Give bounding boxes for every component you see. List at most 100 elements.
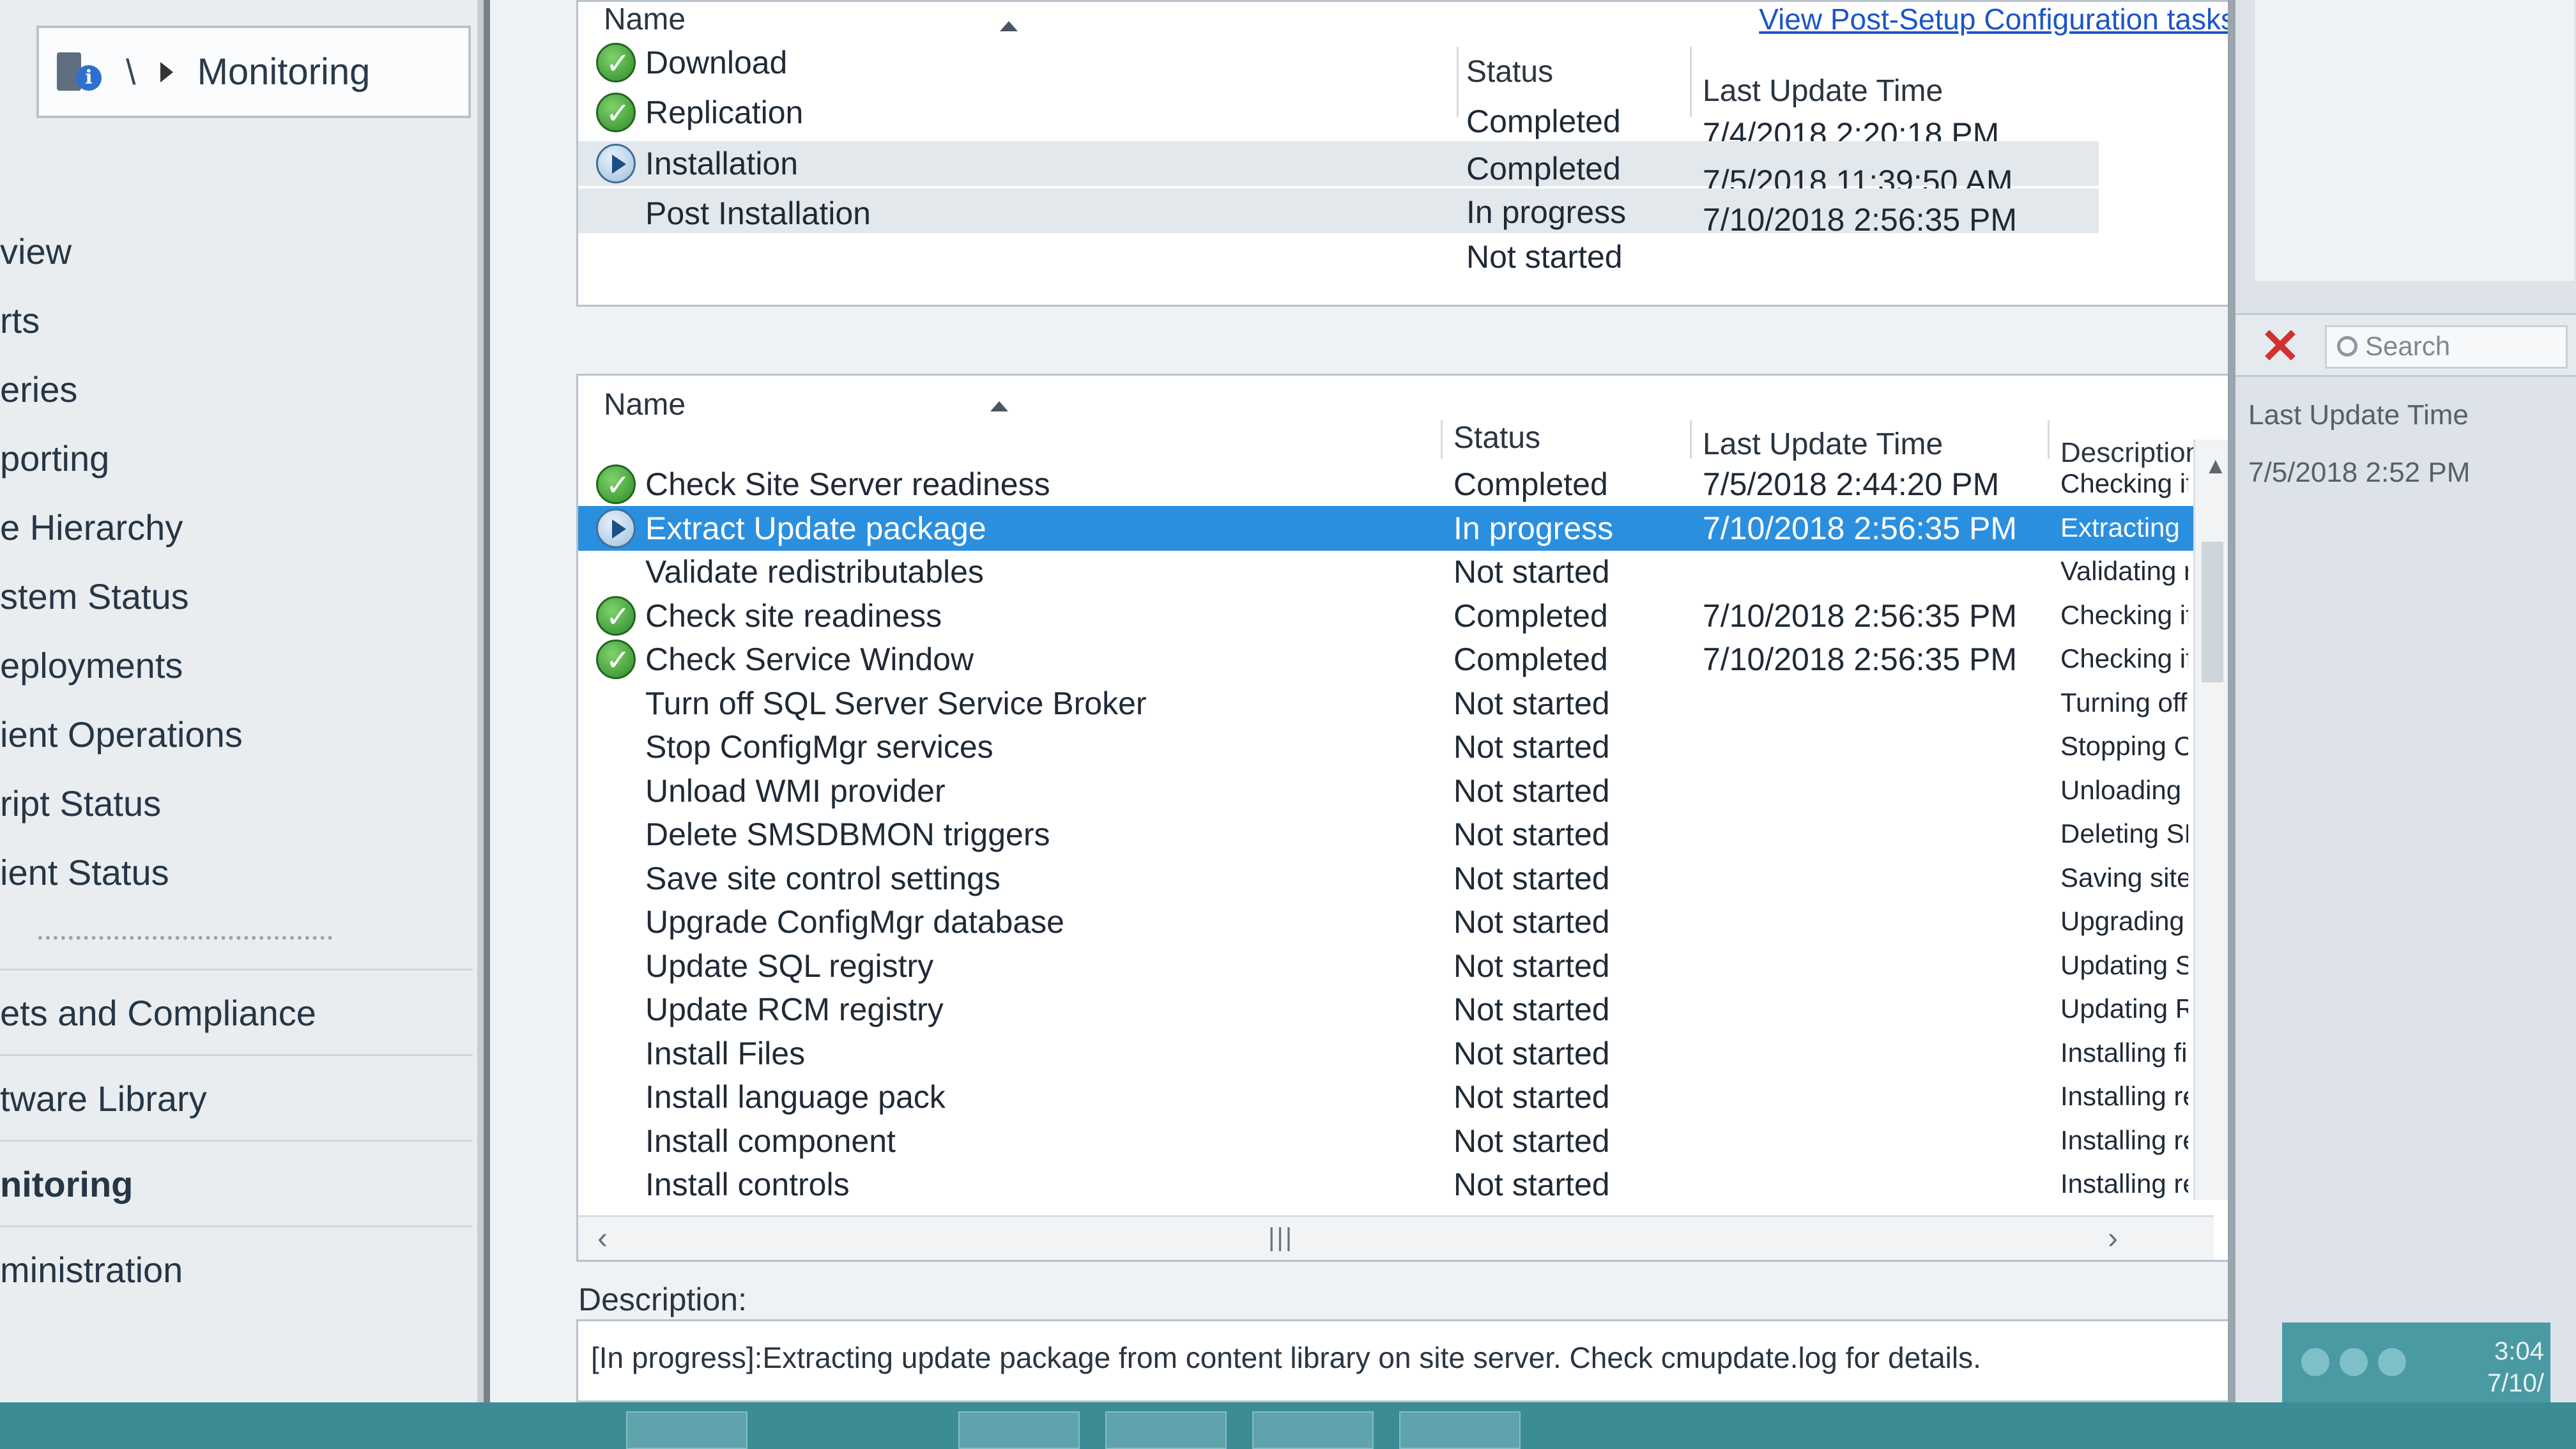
step-status: Completed — [1453, 641, 1608, 677]
step-status: Not started — [1453, 1167, 1610, 1202]
taskbar-app-button[interactable] — [1399, 1411, 1521, 1449]
table-row[interactable]: Delete SMSDBMON triggers Not started Delet… — [578, 812, 2214, 857]
stage-name: Replication — [645, 95, 804, 130]
scroll-up-icon[interactable]: ▲ — [2204, 452, 2227, 479]
list-item[interactable]: Not started — [578, 238, 2214, 283]
step-status: In progress — [1453, 510, 1614, 546]
table-row[interactable]: Install component Not started Installing r… — [578, 1119, 2214, 1163]
volume-icon[interactable] — [2378, 1348, 2406, 1376]
nav-item-deployments[interactable]: eployments — [0, 631, 473, 700]
clear-search-icon[interactable]: ✕ — [2255, 321, 2306, 372]
step-status: Completed — [1453, 466, 1608, 502]
nav-item-client-status[interactable]: ient Status — [0, 838, 473, 907]
workspace-monitoring[interactable]: nitoring — [0, 1140, 473, 1225]
taskbar-app-button[interactable] — [1105, 1411, 1227, 1449]
step-description: Deleting SMSDBM — [2060, 818, 2188, 848]
completed-icon — [596, 93, 636, 132]
column-header-last-update[interactable]: Last Update Time — [2248, 399, 2469, 431]
step-time: 7/10/2018 2:56:35 PM — [1703, 641, 2018, 677]
nav-item-site-hierarchy[interactable]: e Hierarchy — [0, 493, 473, 562]
step-description: Checking if CONFI — [2060, 599, 2188, 630]
table-row[interactable]: Check site readiness Completed 7/10/2018 2… — [578, 594, 2214, 638]
stage-status: In progress — [1466, 194, 1627, 230]
column-divider — [2048, 420, 2050, 459]
breadcrumb-root[interactable]: \ — [126, 51, 136, 93]
step-description: Installing required c — [2060, 1124, 2188, 1155]
horizontal-scrollbar[interactable]: ‹ ||| › — [578, 1215, 2214, 1260]
table-row[interactable]: Install Files Not started Installing files… — [578, 1031, 2214, 1076]
step-status: Not started — [1453, 860, 1610, 896]
step-name: Upgrade ConfigMgr database — [645, 904, 1064, 940]
nav-item-script-status[interactable]: ript Status — [0, 769, 473, 838]
breadcrumb-location[interactable]: Monitoring — [197, 50, 371, 93]
nav-item-queries[interactable]: eries — [0, 355, 473, 424]
step-name: Save site control settings — [645, 860, 1000, 896]
table-row[interactable]: Check Site Server readiness Completed 7/5/… — [578, 462, 2214, 507]
table-row[interactable]: Validate redistributables Not started Vali… — [578, 549, 2214, 594]
step-description: Installing required c — [2060, 1169, 2188, 1199]
step-status: Not started — [1453, 947, 1610, 984]
list-item[interactable]: Download — [578, 40, 2214, 85]
step-description: Updating RCM reg — [2060, 993, 2188, 1023]
column-header-name[interactable]: Name — [604, 2, 686, 37]
last-update-value: 7/5/2018 2:52 PM — [2248, 457, 2471, 488]
table-row[interactable]: Update RCM registry Not started Updating R… — [578, 987, 2214, 1032]
nav-item-client-operations[interactable]: ient Operations — [0, 700, 473, 769]
workspace-software-library[interactable]: tware Library — [0, 1054, 473, 1140]
nav-tree: view rts eries porting e Hierarchy stem … — [0, 217, 473, 1311]
nav-item-system-status[interactable]: stem Status — [0, 562, 473, 631]
right-pane: ✕ Search Last Update Time 7/5/2018 2:52 … — [2228, 0, 2576, 1449]
clock[interactable]: 3:04 7/10/ — [2487, 1335, 2544, 1399]
step-status: Not started — [1453, 1079, 1610, 1115]
taskbar-app-button[interactable] — [1252, 1411, 1374, 1449]
list-item[interactable]: Installation Completed 7/5/2018 11:39:50… — [578, 141, 2099, 199]
step-description: Installing required l — [2060, 1081, 2188, 1111]
scroll-grip-icon[interactable]: ||| — [1268, 1223, 1294, 1252]
table-row[interactable]: Update SQL registry Not started Updating S… — [578, 944, 2214, 988]
vertical-scrollbar[interactable]: ▲ — [2193, 440, 2229, 1200]
table-row[interactable]: Unload WMI provider Not started Unloading … — [578, 769, 2214, 813]
table-row[interactable]: Upgrade ConfigMgr database Not started Upg… — [578, 900, 2214, 944]
step-name: Delete SMSDBMON triggers — [645, 816, 1050, 852]
network-icon[interactable] — [2301, 1348, 2329, 1376]
step-status: Completed — [1453, 597, 1608, 634]
step-name: Install component — [645, 1123, 896, 1159]
table-row[interactable]: Extract Update package In progress 7/10/20… — [578, 505, 2214, 551]
site-server-icon[interactable]: i — [54, 49, 102, 96]
taskbar-app-button[interactable] — [958, 1411, 1080, 1449]
breadcrumb-arrow-icon[interactable] — [160, 61, 173, 82]
workspace-administration[interactable]: ministration — [0, 1225, 473, 1311]
nav-item-alerts[interactable]: rts — [0, 286, 473, 355]
flag-icon[interactable] — [2340, 1348, 2368, 1376]
nav-item-reporting[interactable]: porting — [0, 424, 473, 493]
step-name: Check Site Server readiness — [645, 466, 1050, 502]
taskbar-app-button[interactable] — [626, 1411, 747, 1449]
column-header-name[interactable]: Name — [604, 387, 686, 422]
list-item[interactable]: Post Installation In progress 7/10/2018 … — [578, 188, 2099, 238]
column-divider — [1441, 420, 1443, 459]
scroll-right-icon[interactable]: › — [2108, 1221, 2118, 1256]
post-setup-tasks-link[interactable]: View Post-Setup Configuration tasks — [1759, 2, 2235, 36]
table-row[interactable]: Check Service Window Completed 7/10/2018 2… — [578, 637, 2214, 682]
taskbar — [0, 1402, 2576, 1449]
table-row[interactable]: Turn off SQL Server Service Broker Not st… — [578, 681, 2214, 726]
scroll-thumb[interactable] — [2202, 542, 2223, 682]
table-row[interactable]: Install controls Not started Installing re… — [578, 1162, 2214, 1207]
step-status: Not started — [1453, 729, 1610, 765]
clock-date: 7/10/ — [2487, 1369, 2544, 1397]
column-header-last-update[interactable]: Last Update Time — [1703, 427, 1943, 462]
scroll-left-icon[interactable]: ‹ — [597, 1221, 608, 1256]
step-name: Validate redistributables — [645, 554, 984, 590]
nav-item-overview[interactable]: view — [0, 217, 473, 286]
breadcrumb: i \ Monitoring — [36, 26, 471, 118]
column-header-status[interactable]: Status — [1453, 420, 1540, 456]
search-button[interactable]: Search — [2325, 325, 2568, 369]
table-row[interactable]: Install language pack Not started Installi… — [578, 1075, 2214, 1119]
list-item[interactable]: Replication Completed 7/4/2018 2:20:18 P… — [578, 90, 2214, 152]
table-row[interactable]: Stop ConfigMgr services Not started Stoppi… — [578, 724, 2214, 769]
workspace-assets-compliance[interactable]: ets and Compliance — [0, 969, 473, 1054]
sort-ascending-icon — [1000, 21, 1018, 31]
stage-status: Completed — [1466, 103, 1621, 139]
step-name: Update SQL registry — [645, 947, 934, 984]
table-row[interactable]: Save site control settings Not started Sav… — [578, 856, 2214, 901]
